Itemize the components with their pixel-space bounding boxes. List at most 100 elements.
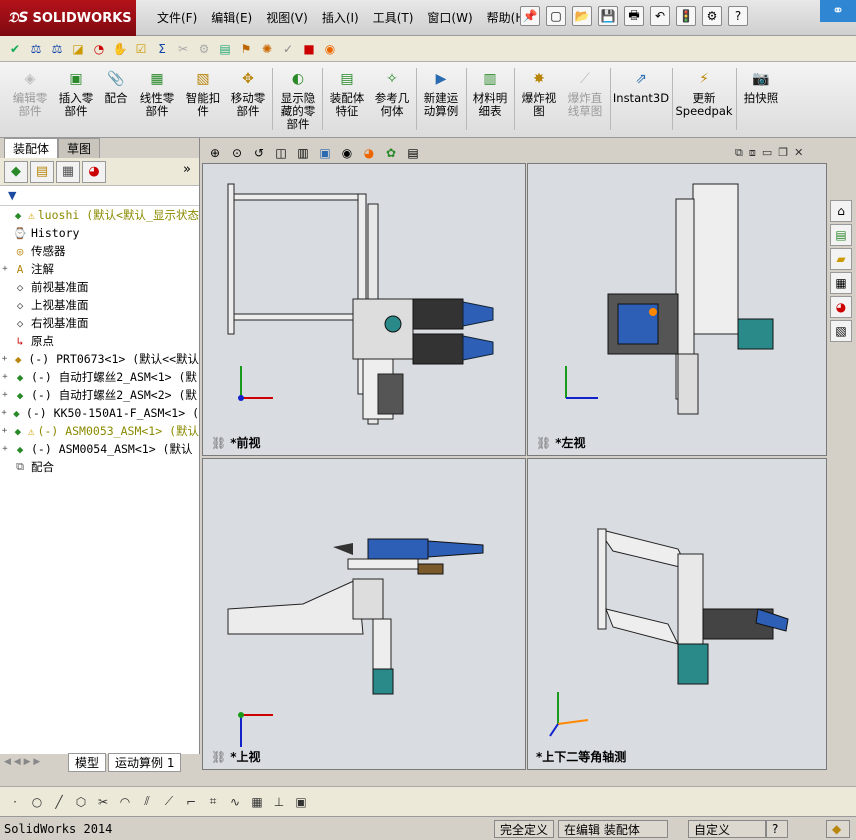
curvature-icon[interactable]: ✺ — [258, 40, 276, 58]
pin-icon[interactable]: 📌 — [520, 6, 540, 26]
bom-button[interactable]: ▥ 材料明 细表 — [468, 68, 512, 118]
tree-item[interactable]: + ◆ ⚠ (-) ASM0053_ASM<1> (默认 — [0, 422, 199, 440]
expand-toggle-icon[interactable]: + — [0, 408, 8, 418]
tree-item[interactable]: + ◆ (-) 自动打螺丝2_ASM<1> (默 — [0, 368, 199, 386]
tab-sketch[interactable]: 草图 — [58, 138, 101, 158]
performance-icon[interactable]: ◔ — [90, 40, 108, 58]
tab-model[interactable]: 模型 — [68, 752, 107, 772]
menu-insert[interactable]: 插入(I) — [315, 9, 366, 26]
tree-item[interactable]: ◎ 传感器 — [0, 242, 199, 260]
thickness-icon[interactable]: ■ — [300, 40, 318, 58]
instant3d-button[interactable]: ⇗ Instant3D — [612, 68, 670, 105]
status-units[interactable]: 自定义 — [688, 820, 766, 838]
zoom-area-icon[interactable]: ⊙ — [228, 144, 246, 162]
compare-icon[interactable]: ▤ — [216, 40, 234, 58]
trim-icon[interactable]: ✂ — [94, 793, 112, 811]
tab-motion-study[interactable]: 运动算例 1 — [108, 752, 182, 772]
tree-item[interactable]: + ◆ (-) KK50-150A1-F_ASM<1> ( — [0, 404, 199, 422]
options-icon[interactable]: ⚙ — [702, 6, 722, 26]
home-icon[interactable]: ⌂ — [830, 200, 852, 222]
viewport-front[interactable]: ⛓ *前视 — [202, 163, 526, 456]
expand-toggle-icon[interactable]: + — [0, 426, 9, 436]
restore-icon[interactable]: ❐ — [778, 146, 788, 160]
menu-view[interactable]: 视图(V) — [259, 9, 315, 26]
spell-check-icon[interactable]: ✔ — [6, 40, 24, 58]
line-icon[interactable]: ╱ — [50, 793, 68, 811]
explode-line-button[interactable]: ⟋ 爆炸直 线草图 — [562, 68, 608, 118]
hole-check-icon[interactable]: ⚙ — [195, 40, 213, 58]
show-hidden-button[interactable]: ◐ 显示隐 藏的零 部件 — [276, 68, 320, 131]
display-manager-icon[interactable]: ◕ — [82, 160, 106, 183]
filter-bar[interactable]: ▼ — [0, 186, 199, 206]
new-motion-study-button[interactable]: ▶ 新建运 动算例 — [418, 68, 464, 118]
edit-component-button[interactable]: ◈ 编辑零 部件 — [8, 68, 52, 118]
circle-icon[interactable]: ○ — [28, 793, 46, 811]
tree-item[interactable]: + ◆ (-) PRT0673<1> (默认<<默认 — [0, 350, 199, 368]
tree-item[interactable]: + A 注解 — [0, 260, 199, 278]
design-library-icon[interactable]: ▤ — [830, 224, 852, 246]
mirror-icon[interactable]: ⟋ — [160, 793, 178, 811]
smart-fasteners-button[interactable]: ▧ 智能扣 件 — [182, 68, 224, 118]
analysis-icon[interactable]: ⚑ — [237, 40, 255, 58]
draft-icon[interactable]: ✓ — [279, 40, 297, 58]
menu-edit[interactable]: 编辑(E) — [204, 9, 259, 26]
spline-icon[interactable]: ∿ — [226, 793, 244, 811]
check-icon[interactable]: ☑ — [132, 40, 150, 58]
point-icon[interactable]: · — [6, 793, 24, 811]
apply-scene-icon[interactable]: ✿ — [382, 144, 400, 162]
tree-item[interactable]: ↳ 原点 — [0, 332, 199, 350]
close-icon[interactable]: ✕ — [794, 146, 803, 160]
exploded-view-button[interactable]: ✸ 爆炸视 图 — [516, 68, 562, 118]
expand-toggle-icon[interactable]: + — [0, 372, 10, 382]
expand-toggle-icon[interactable]: + — [0, 444, 10, 454]
view-settings-icon[interactable]: ▤ — [404, 144, 422, 162]
previous-view-icon[interactable]: ↺ — [250, 144, 268, 162]
minimize-icon[interactable]: ▭ — [762, 146, 772, 160]
expand-arrows-icon[interactable]: » — [183, 162, 191, 177]
interference-icon[interactable]: ✋ — [111, 40, 129, 58]
assembly-feature-button[interactable]: ▤ 装配体 特征 — [324, 68, 370, 118]
move-component-button[interactable]: ✥ 移动零 部件 — [226, 68, 270, 118]
view-palette-icon[interactable]: ▦ — [830, 272, 852, 294]
corner-rectangle-icon[interactable]: ⌐ — [182, 793, 200, 811]
relation-icon[interactable]: ⊥ — [270, 793, 288, 811]
viewport-isometric[interactable]: *上下二等角轴测 — [527, 458, 827, 770]
arc-icon[interactable]: ◠ — [116, 793, 134, 811]
tab-scroll-arrows[interactable]: ◀ ◀ ▶ ▶ — [0, 757, 66, 767]
tree-item[interactable]: ◇ 前视基准面 — [0, 278, 199, 296]
solidworks-logo[interactable]: 𝔇S SOLIDWORKS — [0, 0, 136, 36]
polygon-icon[interactable]: ⬡ — [72, 793, 90, 811]
zoom-to-fit-icon[interactable]: ⊕ — [206, 144, 224, 162]
section-icon[interactable]: ◪ — [69, 40, 87, 58]
tree-item[interactable]: ◇ 右视基准面 — [0, 314, 199, 332]
section-view-icon[interactable]: ◫ — [272, 144, 290, 162]
tree-item[interactable]: + ◆ (-) ASM0054_ASM<1> (默认 — [0, 440, 199, 458]
new-document-icon[interactable]: ▢ — [546, 6, 566, 26]
property-manager-icon[interactable]: ▤ — [30, 160, 54, 183]
mate-button[interactable]: 📎 配合 — [98, 68, 134, 105]
measure-icon[interactable]: ⚖ — [48, 40, 66, 58]
link-views-icon[interactable]: ⧉ — [735, 146, 743, 160]
edit-appearance-icon[interactable]: ◕ — [360, 144, 378, 162]
menu-file[interactable]: 文件(F) — [150, 9, 204, 26]
offset-icon[interactable]: ⫽ — [138, 793, 156, 811]
help-icon[interactable]: ? — [766, 820, 788, 838]
tree-item[interactable]: ◇ 上视基准面 — [0, 296, 199, 314]
file-explorer-icon[interactable]: ▰ — [830, 248, 852, 270]
rebuild-icon[interactable]: 🚦 — [676, 6, 696, 26]
mass-properties-icon[interactable]: ⚖ — [27, 40, 45, 58]
menu-window[interactable]: 窗口(W) — [420, 9, 479, 26]
collaboration-icon[interactable]: ⚭ — [820, 0, 856, 22]
linear-pattern-button[interactable]: ▦ 线性零 部件 — [134, 68, 180, 118]
sigma-icon[interactable]: Σ — [153, 40, 171, 58]
viewport-left[interactable]: ⛓ *左视 — [527, 163, 827, 456]
viewport-top[interactable]: ⛓ *上视 — [202, 458, 526, 770]
tree-item[interactable]: ◆ ⚠ luoshi (默认<默认_显示状态 — [0, 206, 199, 224]
update-speedpak-button[interactable]: ⚡ 更新 Speedpak — [674, 68, 734, 118]
view-link-icon[interactable]: ⧈ — [749, 146, 756, 160]
sketch-picture-icon[interactable]: ▣ — [292, 793, 310, 811]
reference-geometry-button[interactable]: ✧ 参考几 何体 — [370, 68, 414, 118]
insert-component-button[interactable]: ▣ 插入零 部件 — [54, 68, 98, 118]
view-orientation-icon[interactable]: ▥ — [294, 144, 312, 162]
save-icon[interactable]: 💾 — [598, 6, 618, 26]
